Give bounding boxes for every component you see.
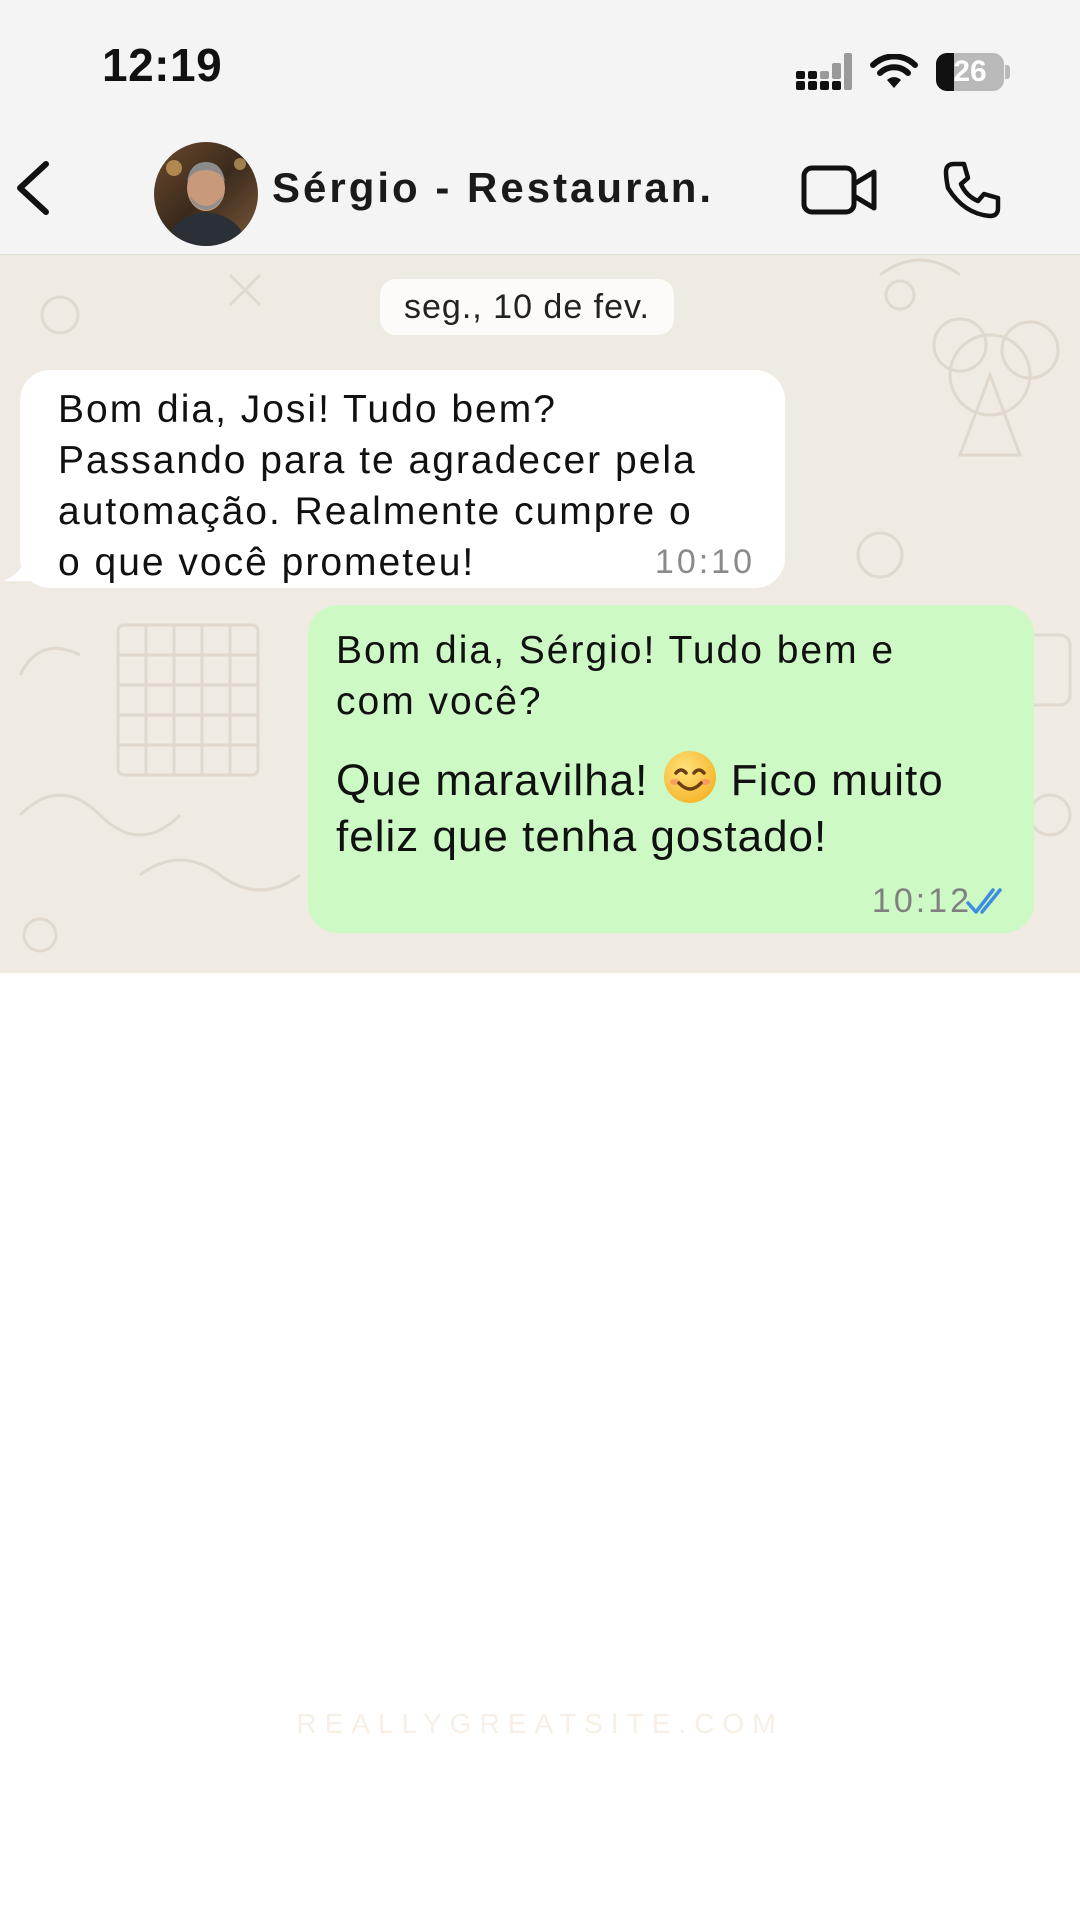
back-chevron-icon xyxy=(17,161,49,215)
date-chip: seg., 10 de fev. xyxy=(380,279,674,335)
outgoing-message[interactable]: Bom dia, Sérgio! Tudo bem e com você? Qu… xyxy=(308,605,1034,933)
double-check-read-icon xyxy=(966,888,1002,914)
message-text-before-emoji: Que maravilha! xyxy=(336,756,662,805)
watermark: REALLYGREATSITE.COM xyxy=(296,1708,784,1739)
message-time: 10:10 xyxy=(654,543,755,581)
smiling-face-icon xyxy=(663,751,716,803)
wifi-icon xyxy=(870,54,918,88)
contact-photo xyxy=(154,142,258,246)
incoming-message[interactable]: Bom dia, Josi! Tudo bem? Passando para t… xyxy=(20,370,785,588)
status-time: 12:19 xyxy=(102,39,223,91)
avatar[interactable] xyxy=(154,142,258,246)
cellular-signal-icon xyxy=(796,53,852,90)
message-time: 10:12 xyxy=(871,882,972,920)
phone-icon xyxy=(943,161,1001,219)
battery-tip xyxy=(1005,65,1010,79)
status-bar: 12:19 26 xyxy=(0,0,1080,120)
battery-level: 26 xyxy=(953,55,987,88)
message-text-paragraph-2: Que maravilha! Fico muito feliz que tenh… xyxy=(336,749,1004,865)
video-camera-icon xyxy=(801,165,877,215)
chat-header: Sérgio - Restauran. xyxy=(0,120,1080,255)
back-button[interactable] xyxy=(8,158,58,218)
message-text: Bom dia, Josi! Tudo bem? Passando para t… xyxy=(58,388,697,584)
contact-name[interactable]: Sérgio - Restauran. xyxy=(272,164,714,212)
video-call-button[interactable] xyxy=(800,160,878,220)
voice-call-button[interactable] xyxy=(940,158,1004,222)
message-text: Bom dia, Sérgio! Tudo bem e com você? xyxy=(336,629,896,723)
status-icons: 26 xyxy=(796,50,1010,94)
battery-icon: 26 xyxy=(936,53,1010,91)
chat-area[interactable]: seg., 10 de fev. Bom dia, Josi! Tudo bem… xyxy=(0,255,1080,973)
